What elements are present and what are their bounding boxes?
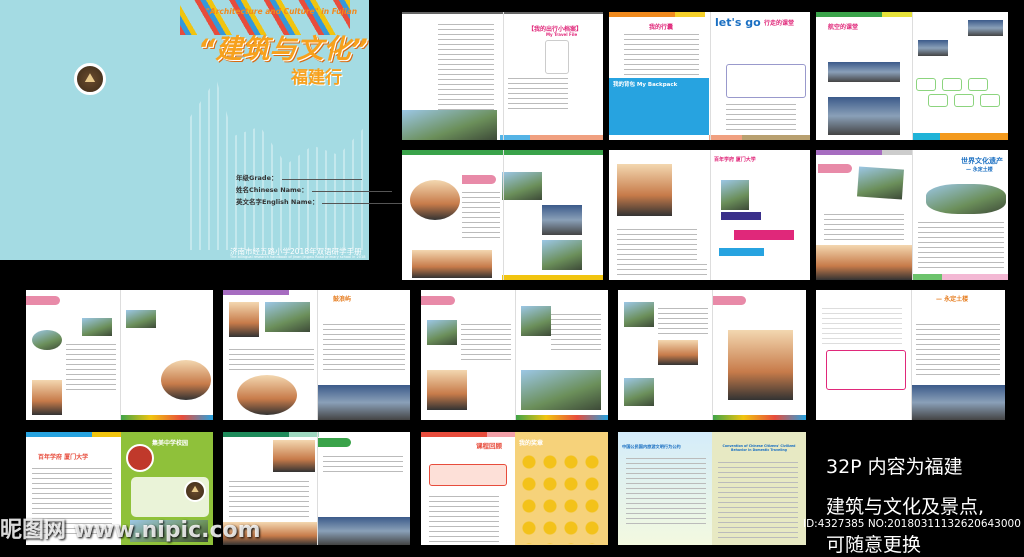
spread-architecture: — 永定土楼 (816, 290, 1005, 420)
convention-cn: 中国公民国内旅游文明行为公约 (622, 444, 681, 449)
spread-scenic-1 (26, 290, 213, 420)
century-heading: 百年学府 厦门大学 (38, 454, 89, 461)
side-text-2: 建筑与文化及景点, (826, 496, 985, 518)
side-text-3: 可随意更换 (826, 534, 922, 556)
medal-grid (521, 454, 605, 544)
lets-go-cn: 行走的课堂 (764, 20, 795, 27)
school-title: 集美中学校园 (152, 440, 189, 447)
grade-field: 年级Grade： (236, 172, 362, 182)
english-name-field: 英文名字English Name： (236, 196, 403, 206)
spread-airport: 航空的课堂 (816, 12, 1008, 140)
image-id-line: ID:4327385 NO:20180311132620643000 (803, 518, 1021, 530)
course-title: 课程回顾 (476, 442, 502, 450)
lets-go-title: let's go (715, 16, 761, 29)
spread-course-review: 课程回顾 我的奖章 (421, 432, 608, 545)
skyline-illustration (190, 79, 365, 250)
convention-en: Convention of Chinese Citizens' Civilize… (722, 444, 796, 452)
spread-scenic-2 (421, 290, 608, 420)
school-name-en: The bilingual research handbook of Jinan… (230, 255, 366, 259)
spread-convention: 中国公民国内旅游文明行为公约 Convention of Chinese Cit… (618, 432, 806, 545)
century-title: 百年学府 厦门大学 (714, 157, 756, 163)
cover-title: “建筑与文化” (198, 34, 368, 65)
spread-world-heritage: 世界文化遗产 — 永定土楼 (816, 150, 1008, 280)
school-seal-icon: ⛰ (74, 63, 106, 95)
spread-gulangyu: 鼓浪屿 (223, 290, 410, 420)
spread-xiamen-university: 百年学府 厦门大学 (609, 150, 810, 280)
architecture-title: — 永定土楼 (936, 296, 969, 303)
backpack-title: 我的背包 My Backpack (613, 82, 678, 88)
brochure-cover: ⛰ "Architecture and Culture" in Fujian “… (0, 0, 403, 260)
gulangyu-title: 鼓浪屿 (333, 296, 352, 303)
travel-file-en: My Travel File (546, 32, 578, 37)
heritage-title: 世界文化遗产 (961, 157, 1003, 165)
chinese-name-field: 姓名Chinese Name： (236, 184, 392, 194)
spread-lets-go: 我的行囊 我的背包 My Backpack let's go 行走的课堂 (609, 12, 810, 140)
watermark: 昵图网 www.nipic.com (0, 518, 261, 543)
seal-icon: ⛰ (184, 480, 206, 502)
heritage-sub: — 永定土楼 (966, 167, 993, 173)
spread-tulou (402, 150, 603, 280)
airport-title: 航空的课堂 (828, 24, 859, 31)
cover-title-2: 福建行 (291, 68, 342, 88)
cover-subtitle-en: "Architecture and Culture" in Fujian (206, 7, 358, 16)
side-text-1: 32P 内容为福建 (826, 456, 963, 478)
medal-title: 我的奖章 (519, 440, 544, 447)
spread-travel-file: 【我的出行小档案】 My Travel File (402, 12, 603, 140)
spread-churches (618, 290, 806, 420)
